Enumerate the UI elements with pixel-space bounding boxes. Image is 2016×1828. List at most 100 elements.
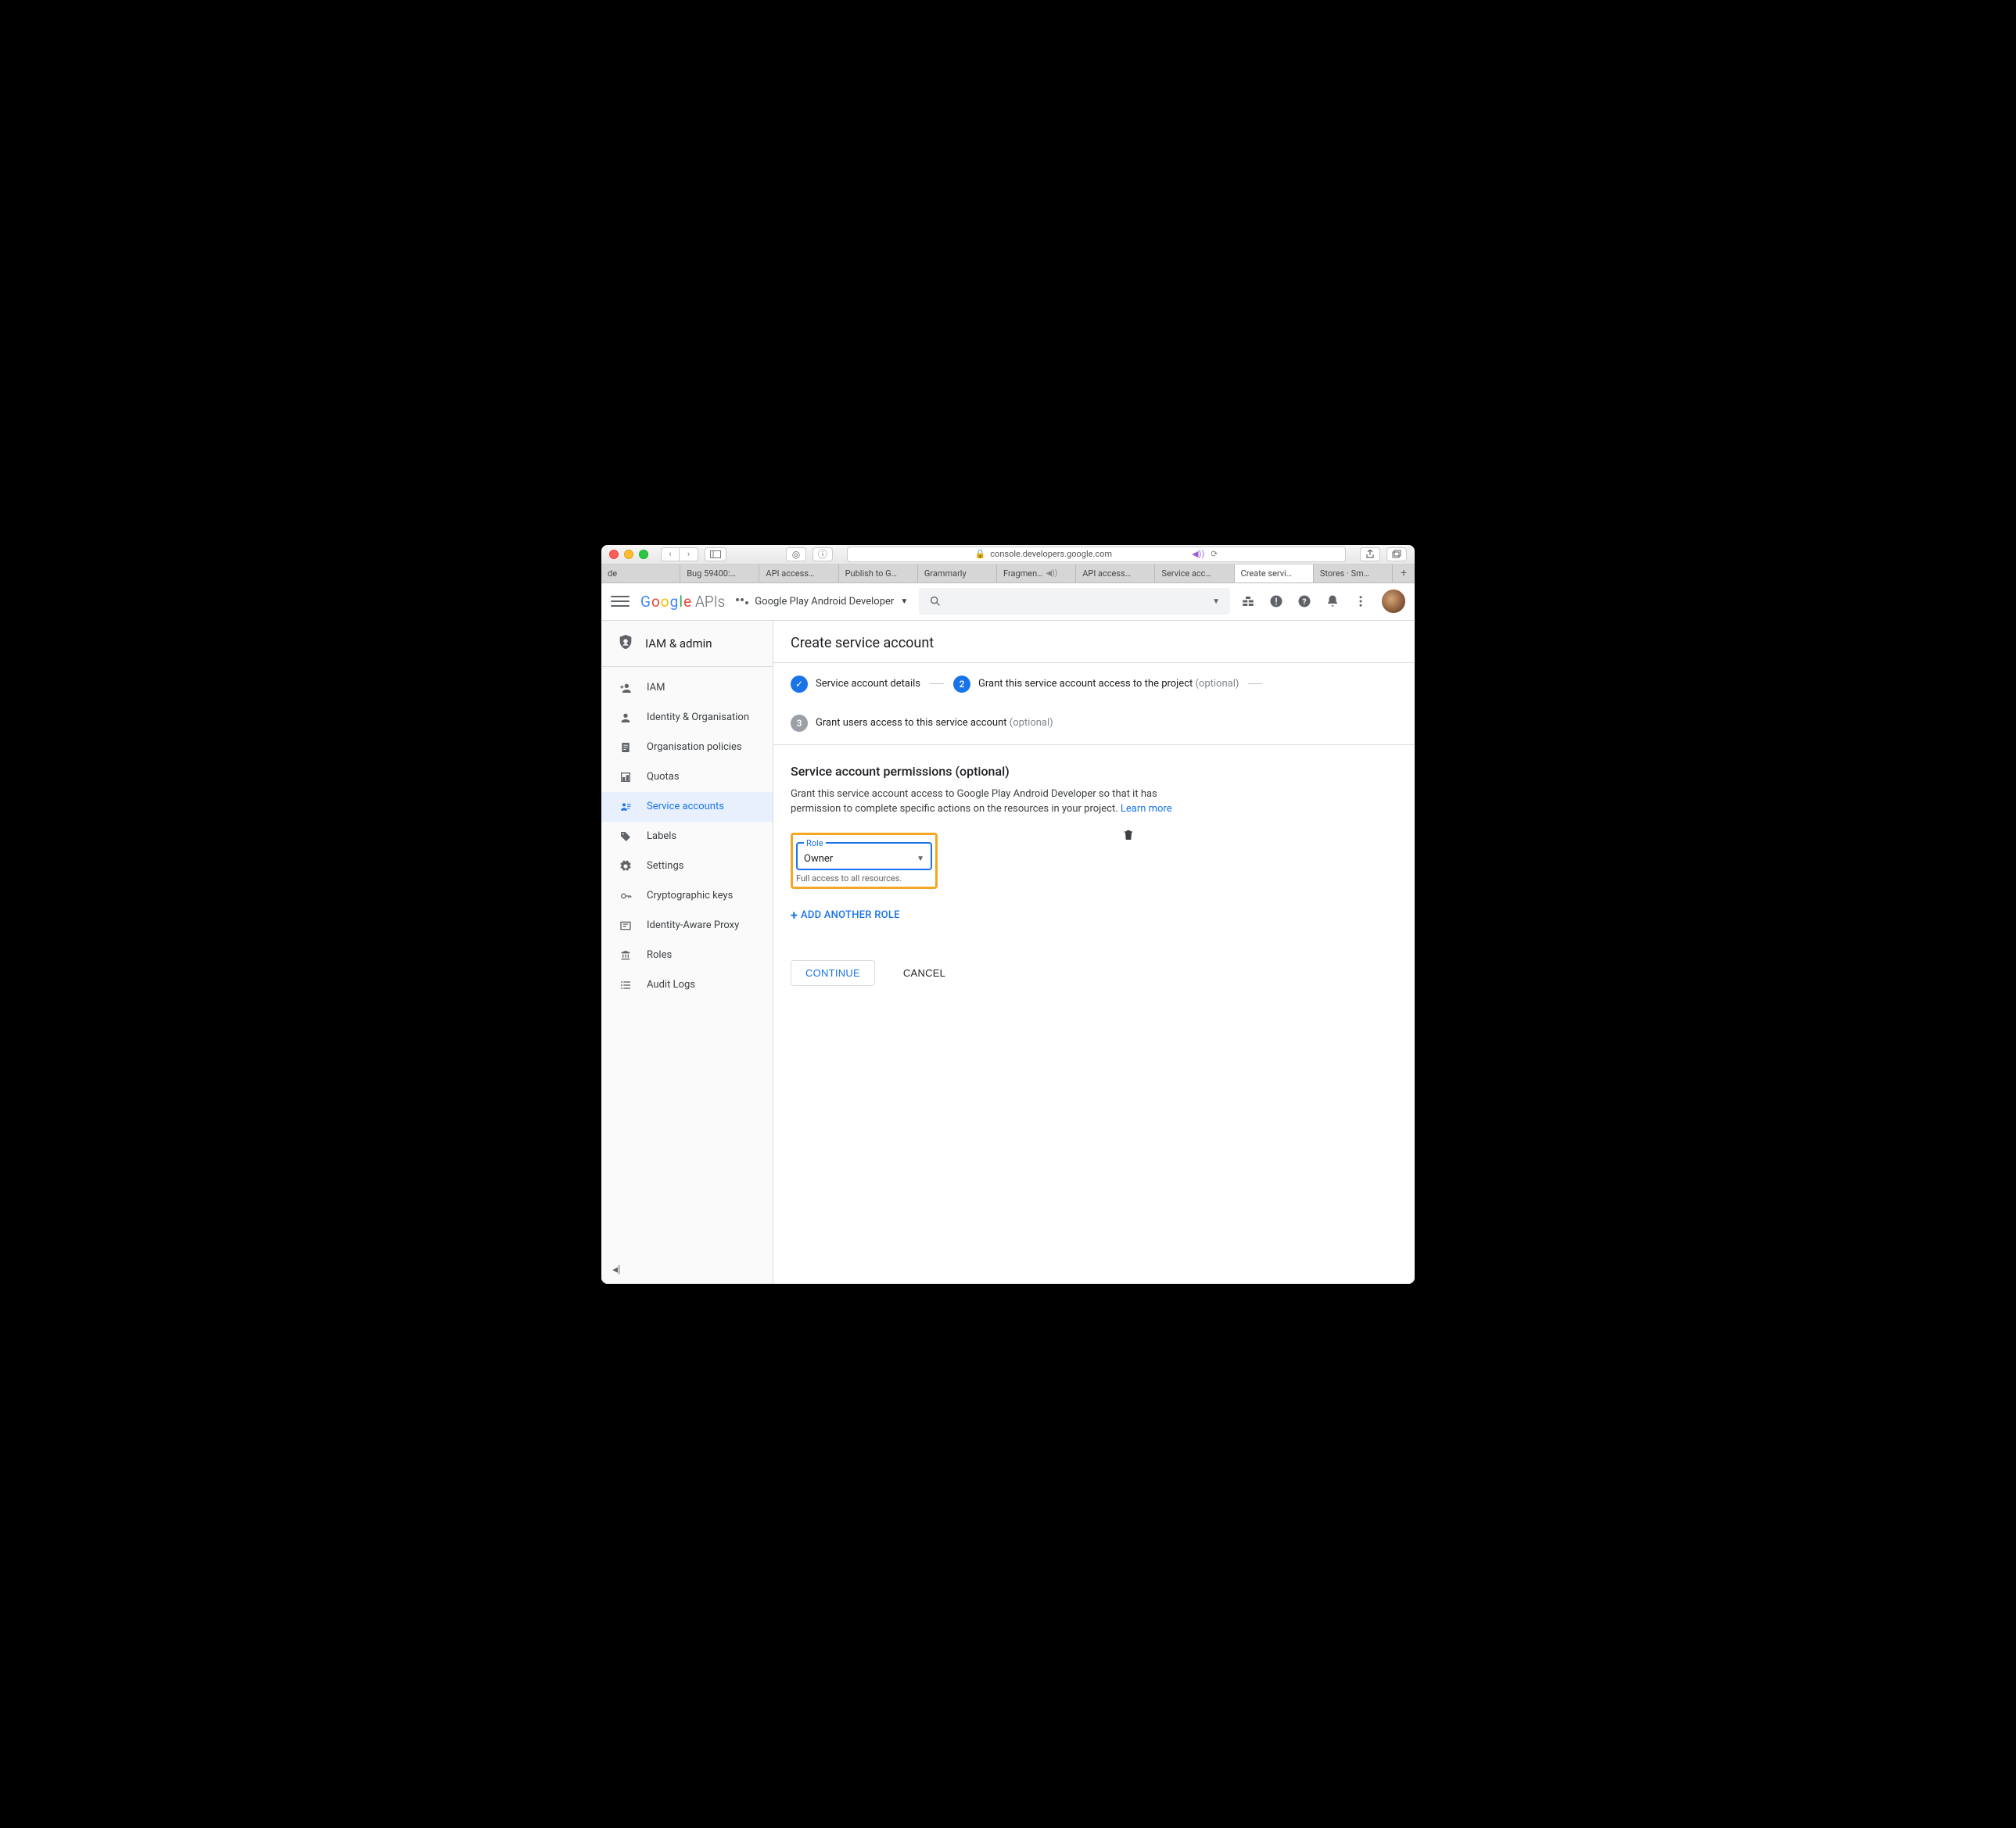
sidebar-item-iam[interactable]: IAM <box>601 673 773 703</box>
browser-tab[interactable]: API access… <box>759 565 838 582</box>
project-icon <box>736 598 748 604</box>
notifications-icon[interactable] <box>1325 594 1340 608</box>
google-apis-logo[interactable]: Google APIs <box>640 593 725 611</box>
continue-button[interactable]: CONTINUE <box>791 960 875 986</box>
step-label: Grant this service account access to the… <box>978 678 1239 690</box>
add-role-label: ADD ANOTHER ROLE <box>801 909 900 921</box>
maximize-window-button[interactable] <box>639 550 648 559</box>
key-icon <box>619 889 633 903</box>
sidebar-item-roles[interactable]: Roles <box>601 941 773 970</box>
address-text: console.developers.google.com <box>990 549 1112 559</box>
step-separator <box>1248 683 1262 684</box>
gift-icon[interactable] <box>1241 594 1255 608</box>
proxy-icon <box>619 919 633 933</box>
search-box[interactable]: ▼ <box>919 588 1230 615</box>
window-controls <box>609 550 648 559</box>
cancel-button[interactable]: CANCEL <box>889 961 960 985</box>
info-icon[interactable]: ⓘ <box>812 547 833 561</box>
sidebar-item-identity[interactable]: Identity & Organisation <box>601 703 773 733</box>
titlebar: ‹ › ◎ ⓘ 🔒 console.developers.google.com … <box>601 545 1415 565</box>
browser-tab[interactable]: Grammarly <box>918 565 997 582</box>
alert-icon[interactable] <box>1269 594 1283 608</box>
help-icon[interactable]: ? <box>1297 594 1311 608</box>
sidebar-item-label: Labels <box>647 830 676 842</box>
forward-button[interactable]: › <box>680 547 698 561</box>
role-value: Owner <box>804 853 833 865</box>
share-button[interactable] <box>1360 547 1380 561</box>
svg-text:?: ? <box>1302 597 1306 607</box>
quota-icon <box>619 770 633 784</box>
app-body: IAM & admin IAM Identity & Organisation … <box>601 621 1415 1284</box>
step-label: Grant users access to this service accou… <box>816 717 1053 729</box>
page-title: Create service account <box>773 621 1415 663</box>
tabs-button[interactable] <box>1386 547 1407 561</box>
sidebar-item-labels[interactable]: Labels <box>601 822 773 851</box>
browser-tab-active[interactable]: Create servi… <box>1235 565 1314 582</box>
sidebar-item-quotas[interactable]: Quotas <box>601 762 773 792</box>
chevron-down-icon: ▼ <box>917 855 924 863</box>
stepper: ✓ Service account details 2 Grant this s… <box>773 663 1415 745</box>
role-row: Role Owner ▼ Full access to all resource… <box>791 833 938 889</box>
chevron-down-icon[interactable]: ▼ <box>1212 597 1220 606</box>
permissions-description: Grant this service account access to Goo… <box>791 787 1197 817</box>
step-2: 2 Grant this service account access to t… <box>953 676 1239 693</box>
browser-tab[interactable]: Bug 59400:… <box>680 565 759 582</box>
compass-icon[interactable]: ◎ <box>786 547 806 561</box>
section-title-text: IAM & admin <box>645 636 712 651</box>
project-name: Google Play Android Developer <box>755 596 894 608</box>
gear-icon <box>619 859 633 873</box>
shield-icon <box>617 633 634 654</box>
avatar[interactable] <box>1382 590 1405 613</box>
browser-tab[interactable]: Publish to G… <box>839 565 918 582</box>
sidebar-item-service-accounts[interactable]: Service accounts <box>601 792 773 822</box>
back-button[interactable]: ‹ <box>661 547 680 561</box>
safari-sidebar-button[interactable] <box>705 547 726 561</box>
lock-icon: 🔒 <box>975 549 986 559</box>
search-icon <box>929 595 942 608</box>
sidebar-item-label: Identity & Organisation <box>647 711 749 723</box>
sidebar-item-iap[interactable]: Identity-Aware Proxy <box>601 911 773 941</box>
step-number-icon: 3 <box>791 715 808 732</box>
chevron-down-icon: ▼ <box>900 597 908 606</box>
audio-icon[interactable]: ◀︎)) <box>1192 549 1204 559</box>
browser-tab[interactable]: API access… <box>1076 565 1155 582</box>
browser-tab[interactable]: de <box>601 565 680 582</box>
sidebar-item-label: Audit Logs <box>647 979 695 991</box>
search-input[interactable] <box>949 595 1204 608</box>
delete-role-button[interactable] <box>1122 828 1135 845</box>
role-highlight: Role Owner ▼ Full access to all resource… <box>791 833 938 889</box>
learn-more-link[interactable]: Learn more <box>1121 803 1172 815</box>
nav-buttons: ‹ › <box>661 547 698 561</box>
sidebar-item-label: IAM <box>647 682 665 694</box>
step-1: ✓ Service account details <box>791 676 920 693</box>
project-selector[interactable]: Google Play Android Developer ▼ <box>736 596 908 608</box>
reload-icon[interactable]: ⟳ <box>1211 549 1218 559</box>
person-icon <box>619 711 633 725</box>
content-section: Service account permissions (optional) G… <box>773 745 1415 1005</box>
sidebar-item-label: Identity-Aware Proxy <box>647 919 739 931</box>
add-role-button[interactable]: + ADD ANOTHER ROLE <box>791 908 1397 923</box>
sidebar-item-audit[interactable]: Audit Logs <box>601 970 773 1000</box>
menu-button[interactable] <box>611 592 630 611</box>
document-icon <box>619 740 633 754</box>
browser-tab[interactable]: Fragmen…◀︎)) <box>997 565 1076 582</box>
role-hint: Full access to all resources. <box>796 873 932 884</box>
main-content: Create service account ✓ Service account… <box>773 621 1415 1284</box>
sidebar-item-keys[interactable]: Cryptographic keys <box>601 881 773 911</box>
browser-tabs: de Bug 59400:… API access… Publish to G…… <box>601 565 1415 583</box>
role-select[interactable]: Role Owner ▼ <box>796 838 932 870</box>
close-window-button[interactable] <box>609 550 619 559</box>
browser-tab[interactable]: Stores · Sm… <box>1314 565 1393 582</box>
minimize-window-button[interactable] <box>624 550 633 559</box>
sidebar-item-label: Settings <box>647 860 683 872</box>
sidebar-item-label: Roles <box>647 949 672 961</box>
collapse-nav-button[interactable]: ◂| <box>612 1263 620 1276</box>
new-tab-button[interactable]: + <box>1393 565 1415 582</box>
sidebar-item-policies[interactable]: Organisation policies <box>601 733 773 762</box>
address-bar[interactable]: 🔒 console.developers.google.com ◀︎)) ⟳ <box>847 547 1346 562</box>
section-title: IAM & admin <box>601 621 773 667</box>
browser-tab[interactable]: Service acc… <box>1155 565 1234 582</box>
more-icon[interactable] <box>1354 594 1368 608</box>
sidebar-item-settings[interactable]: Settings <box>601 851 773 881</box>
audio-icon: ◀︎)) <box>1046 569 1058 578</box>
